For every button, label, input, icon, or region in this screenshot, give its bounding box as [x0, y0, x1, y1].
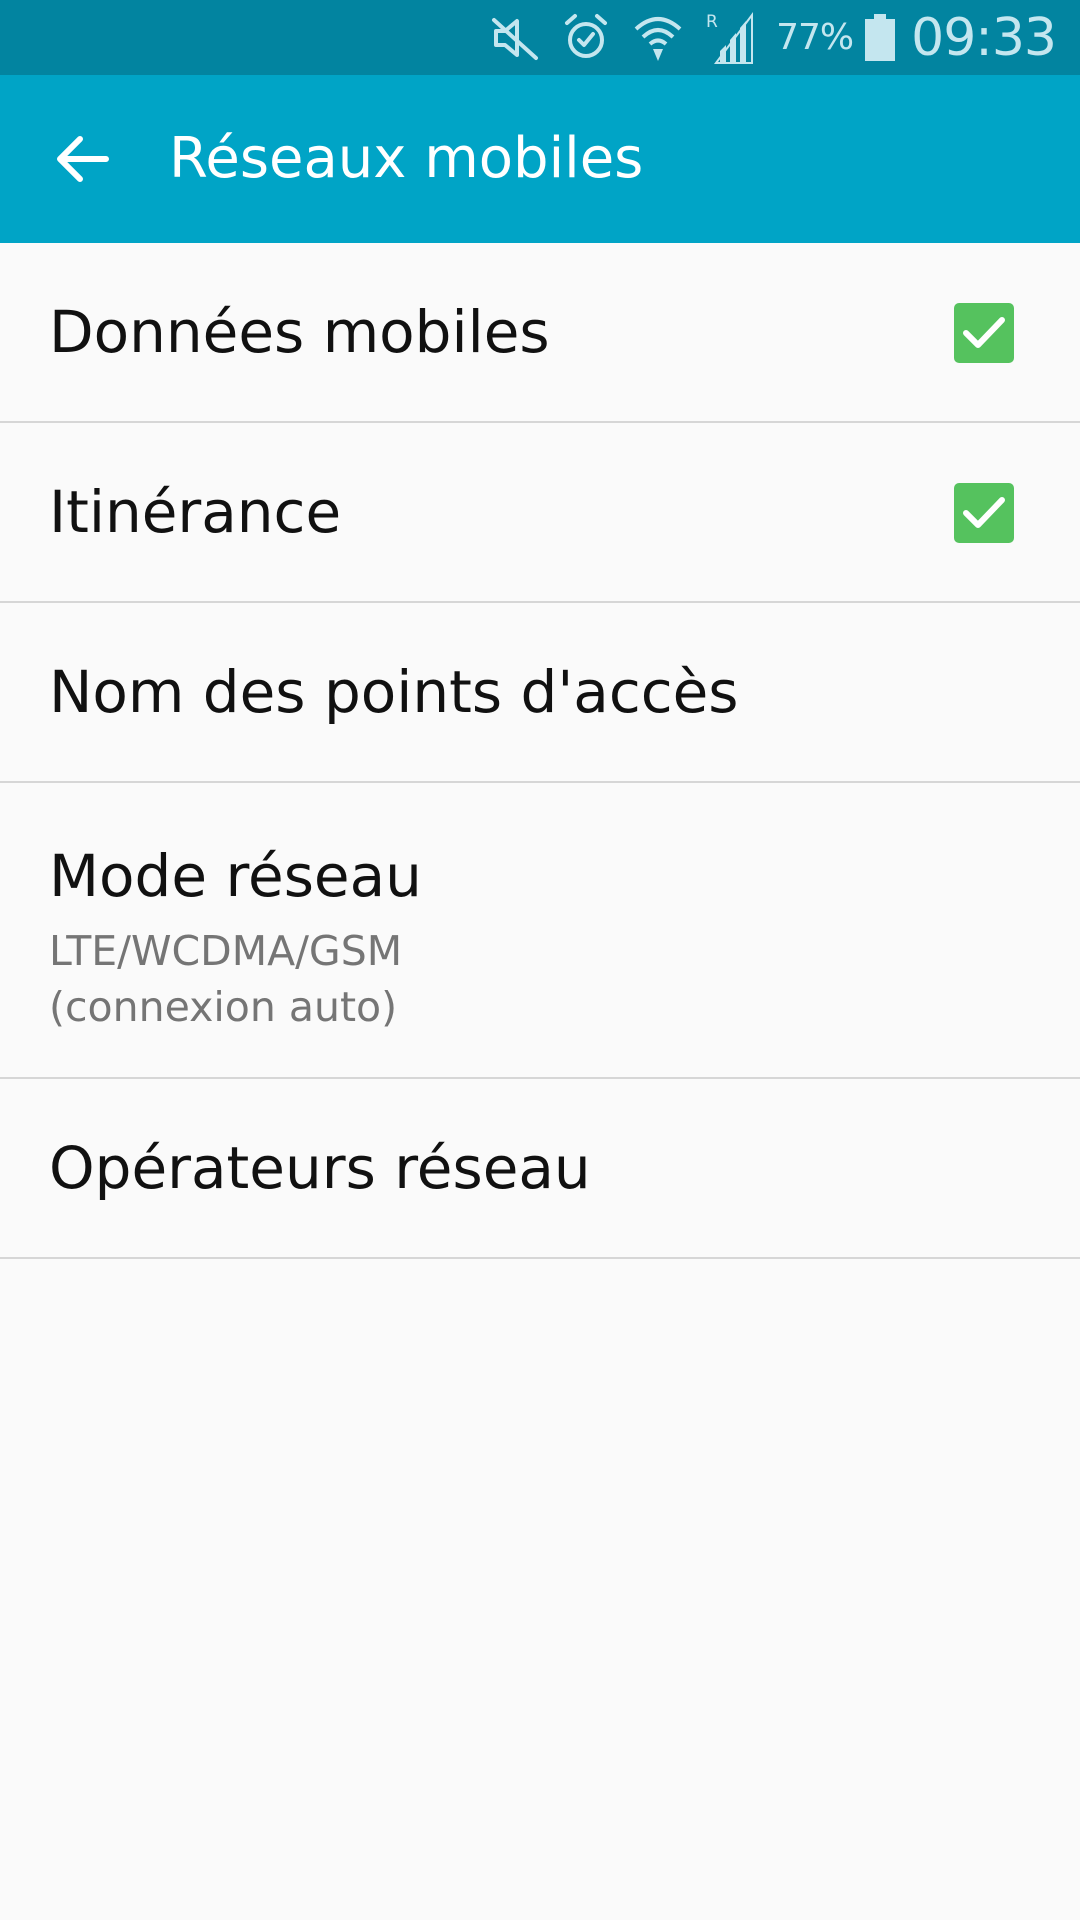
clock: 09:33	[911, 7, 1057, 68]
roaming-signal-icon: R	[706, 11, 756, 65]
alarm-icon	[562, 13, 610, 63]
network-mode-row[interactable]: Mode réseau LTE/WCDMA/GSM (connexion aut…	[0, 783, 1080, 1079]
battery-percent: 77%	[776, 17, 854, 58]
checkmark-icon	[963, 497, 1005, 528]
network-mode-label: Mode réseau	[49, 842, 422, 910]
mobile-data-row[interactable]: Données mobiles	[0, 243, 1080, 423]
status-bar: R 77% 09:33	[0, 0, 1080, 75]
wifi-icon	[632, 13, 684, 63]
settings-list: Données mobiles Itinérance Nom des point…	[0, 243, 1080, 1259]
network-operators-row[interactable]: Opérateurs réseau	[0, 1079, 1080, 1259]
checkmark-icon	[963, 317, 1005, 348]
access-point-names-label: Nom des points d'accès	[49, 658, 739, 726]
network-operators-label: Opérateurs réseau	[49, 1134, 591, 1202]
back-button[interactable]	[38, 119, 128, 199]
network-mode-summary: LTE/WCDMA/GSM (connexion auto)	[49, 927, 403, 1031]
battery-icon	[863, 13, 897, 63]
roaming-label: Itinérance	[49, 478, 342, 546]
app-bar: Réseaux mobiles	[0, 75, 1080, 243]
mobile-data-checkbox[interactable]	[954, 303, 1014, 363]
arrow-left-icon	[57, 136, 109, 182]
roaming-indicator: R	[706, 12, 718, 32]
roaming-checkbox[interactable]	[954, 483, 1014, 543]
roaming-row[interactable]: Itinérance	[0, 423, 1080, 603]
mute-icon	[490, 14, 540, 62]
mobile-data-label: Données mobiles	[49, 298, 550, 366]
page-title: Réseaux mobiles	[169, 126, 644, 191]
status-icons: R 77% 09:33	[468, 0, 1057, 75]
access-point-names-row[interactable]: Nom des points d'accès	[0, 603, 1080, 783]
